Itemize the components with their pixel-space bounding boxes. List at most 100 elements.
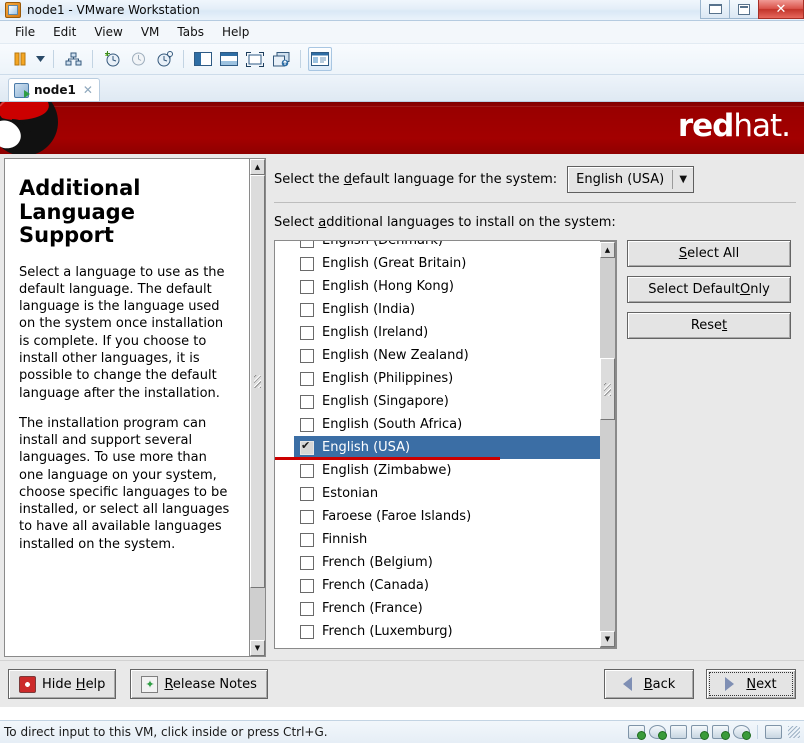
restore-icon — [738, 3, 750, 15]
language-checkbox[interactable] — [300, 302, 314, 317]
language-checkbox[interactable] — [300, 509, 314, 524]
take-snapshot-button[interactable] — [100, 47, 124, 71]
language-checkbox[interactable] — [300, 555, 314, 570]
language-checkbox[interactable] — [300, 624, 314, 639]
full-screen-button[interactable] — [243, 47, 267, 71]
help-scroll-thumb[interactable] — [250, 175, 265, 588]
language-list[interactable]: English (Denmark) English (Great Britain… — [275, 241, 600, 648]
next-button[interactable]: Next — [706, 669, 796, 699]
language-scroll-track[interactable] — [600, 258, 615, 631]
language-label: English (New Zealand) — [322, 348, 469, 363]
language-listbox[interactable]: English (Denmark) English (Great Britain… — [274, 240, 617, 649]
select-all-button[interactable]: Select All — [627, 240, 791, 267]
list-item[interactable]: English (Great Britain) — [294, 252, 600, 275]
list-item[interactable]: English (New Zealand) — [294, 344, 600, 367]
language-checkbox[interactable] — [300, 601, 314, 616]
show-sidebar-button[interactable] — [191, 47, 215, 71]
language-checkbox[interactable] — [300, 486, 314, 501]
list-item[interactable]: English (India) — [294, 298, 600, 321]
sidebar-panel-icon — [194, 52, 212, 66]
language-checkbox[interactable] — [300, 647, 314, 648]
help-scrollbar[interactable]: ▲ ▼ — [250, 158, 266, 657]
power-dropdown-button[interactable] — [34, 48, 46, 70]
list-item[interactable]: English (Philippines) — [294, 367, 600, 390]
menu-vm[interactable]: VM — [132, 23, 169, 41]
language-checkbox[interactable] — [300, 256, 314, 271]
help-pane: Additional Language Support Select a lan… — [4, 158, 266, 657]
language-row-clipped-top[interactable]: English (Denmark) — [294, 241, 600, 252]
close-button[interactable]: ✕ — [758, 0, 804, 19]
help-scroll-track[interactable] — [250, 175, 265, 640]
back-button[interactable]: Back — [604, 669, 694, 699]
cd-dvd-icon[interactable] — [649, 725, 667, 740]
floppy-icon[interactable] — [670, 725, 687, 739]
help-title: Additional Language Support — [19, 176, 235, 248]
console-view-button[interactable] — [308, 47, 332, 71]
toolbar-separator — [300, 50, 301, 68]
language-checkbox[interactable] — [300, 348, 314, 363]
list-item[interactable]: French (Switzerland) — [294, 643, 600, 648]
help-paragraph-1: Select a language to use as the default … — [19, 264, 225, 401]
list-item[interactable]: French (Canada) — [294, 574, 600, 597]
list-item[interactable]: French (France) — [294, 597, 600, 620]
list-item[interactable]: Faroese (Faroe Islands) — [294, 505, 600, 528]
language-checkbox[interactable] — [300, 371, 314, 386]
list-item[interactable]: French (Luxemburg) — [294, 620, 600, 643]
printer-icon[interactable] — [712, 725, 730, 740]
list-item[interactable]: English (Zimbabwe) — [294, 459, 600, 482]
list-item-selected[interactable]: English (USA) — [294, 436, 600, 459]
language-scroll-down-button[interactable]: ▼ — [600, 631, 615, 647]
network-adapter-icon[interactable] — [691, 725, 709, 740]
language-scroll-up-button[interactable]: ▲ — [600, 242, 615, 258]
display-icon[interactable] — [765, 725, 782, 739]
language-label: Estonian — [322, 486, 379, 501]
help-scroll-down-button[interactable]: ▼ — [250, 640, 265, 656]
vm-tab-node1[interactable]: node1 ✕ — [8, 78, 100, 101]
list-item[interactable]: English (Denmark) — [294, 241, 600, 252]
default-language-combobox[interactable]: English (USA) ▼ — [567, 165, 695, 193]
menu-help[interactable]: Help — [213, 23, 258, 41]
help-scroll-up-button[interactable]: ▲ — [250, 159, 265, 175]
snapshot-manager-button[interactable] — [152, 47, 176, 71]
vmware-app-icon — [5, 2, 21, 18]
restore-button[interactable] — [729, 0, 759, 19]
chevron-down-icon[interactable]: ▼ — [673, 174, 693, 185]
select-default-only-button[interactable]: Select Default Only — [627, 276, 791, 303]
hide-help-button[interactable]: Hide Help — [8, 669, 117, 699]
reset-button[interactable]: Rese t — [627, 312, 791, 339]
language-scroll-thumb[interactable] — [600, 358, 615, 420]
usb-icon[interactable] — [733, 725, 751, 740]
menu-file[interactable]: File — [6, 23, 44, 41]
list-item[interactable]: Estonian — [294, 482, 600, 505]
language-checkbox[interactable] — [300, 241, 314, 248]
list-item[interactable]: English (Ireland) — [294, 321, 600, 344]
power-suspend-button[interactable] — [8, 47, 32, 71]
hard-disk-icon[interactable] — [628, 725, 646, 740]
vm-tab-close-icon[interactable]: ✕ — [83, 83, 93, 97]
language-checkbox[interactable] — [300, 417, 314, 432]
menu-tabs[interactable]: Tabs — [168, 23, 213, 41]
list-item[interactable]: Finnish — [294, 528, 600, 551]
language-checkbox[interactable] — [300, 439, 314, 455]
resize-grip-icon[interactable] — [788, 726, 800, 738]
list-item[interactable]: French (Belgium) — [294, 551, 600, 574]
menu-edit[interactable]: Edit — [44, 23, 85, 41]
language-checkbox[interactable] — [300, 394, 314, 409]
revert-snapshot-button[interactable] — [126, 47, 150, 71]
language-checkbox[interactable] — [300, 532, 314, 547]
release-notes-button[interactable]: ✦ Release Notes — [130, 669, 268, 699]
language-checkbox[interactable] — [300, 578, 314, 593]
language-row-clipped-bottom[interactable]: French (Switzerland) — [294, 643, 600, 648]
list-item[interactable]: English (Singapore) — [294, 390, 600, 413]
language-scrollbar[interactable]: ▲ ▼ — [600, 241, 616, 648]
manage-snapshot-button[interactable] — [61, 47, 85, 71]
language-checkbox[interactable] — [300, 279, 314, 294]
unity-mode-button[interactable] — [269, 47, 293, 71]
language-checkbox[interactable] — [300, 463, 314, 478]
list-item[interactable]: English (Hong Kong) — [294, 275, 600, 298]
menu-view[interactable]: View — [85, 23, 131, 41]
list-item[interactable]: English (South Africa) — [294, 413, 600, 436]
language-checkbox[interactable] — [300, 325, 314, 340]
minimize-button[interactable] — [700, 0, 730, 19]
show-thumbnail-bar-button[interactable] — [217, 47, 241, 71]
